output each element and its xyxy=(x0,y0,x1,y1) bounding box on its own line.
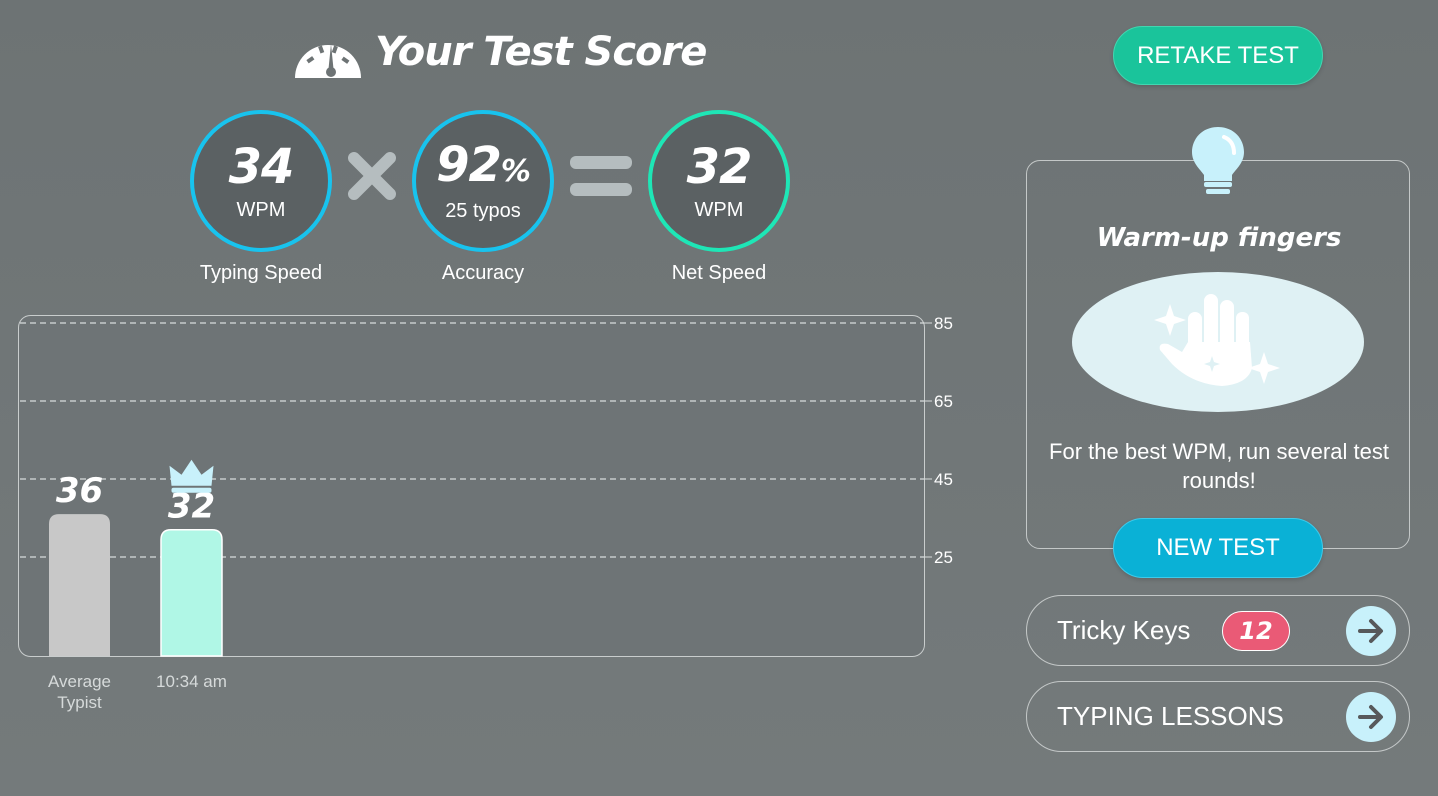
chart-bar xyxy=(160,528,223,657)
page-header: Your Test Score xyxy=(293,22,707,82)
bar-value-label: 36 xyxy=(56,471,103,511)
tricky-keys-button[interactable]: Tricky Keys 12 xyxy=(1026,595,1410,666)
net-speed-unit: WPM xyxy=(694,198,744,221)
arrow-right-icon[interactable] xyxy=(1346,691,1396,742)
bar-value-label: 32 xyxy=(168,487,215,527)
typing-speed-unit: WPM xyxy=(236,198,286,221)
chart-frame xyxy=(18,315,925,657)
y-tick-label: 45 xyxy=(934,470,953,489)
accuracy-label: Accuracy xyxy=(441,262,525,284)
tip-card: Warm-up fingers For the best WPM, run se… xyxy=(1026,160,1410,549)
typing-lessons-label: TYPING LESSONS xyxy=(1057,701,1284,731)
typing-lessons-button[interactable]: TYPING LESSONS xyxy=(1026,681,1410,752)
accuracy-value: 92% xyxy=(436,137,531,198)
y-tick-label: 25 xyxy=(934,548,953,567)
x-category-label: Average xyxy=(48,672,111,691)
accuracy-number: 92 xyxy=(436,137,502,193)
tricky-keys-count-badge: 12 xyxy=(1222,611,1290,651)
typing-speed-circle: 34 WPM xyxy=(190,110,332,252)
chart-bar xyxy=(49,514,110,656)
lightbulb-icon xyxy=(1192,127,1244,194)
x-category-label: Typist xyxy=(57,693,102,712)
typos-count: 25 typos xyxy=(445,200,521,222)
net-speed-label: Net Speed xyxy=(671,262,767,284)
sparkle-hand-icon xyxy=(1154,294,1280,386)
y-tick-label: 65 xyxy=(934,392,953,411)
multiply-icon xyxy=(348,152,396,200)
tip-text: For the best WPM, run several test round… xyxy=(1049,439,1389,493)
x-category-label: 10:34 am xyxy=(156,672,227,691)
crown-base xyxy=(171,487,212,493)
arrow-right-icon[interactable] xyxy=(1346,605,1396,656)
page-title: Your Test Score xyxy=(375,29,707,75)
retake-test-button[interactable]: RETAKE TEST xyxy=(1113,26,1323,85)
accuracy-percent-sign: % xyxy=(500,154,531,189)
new-test-button[interactable]: NEW TEST xyxy=(1113,518,1323,578)
accuracy-circle: 92% 25 typos xyxy=(412,110,554,252)
equals-icon xyxy=(570,156,632,196)
speedometer-icon xyxy=(295,44,361,78)
tricky-keys-label: Tricky Keys xyxy=(1057,615,1191,645)
tip-title: Warm-up fingers xyxy=(1096,223,1342,253)
net-speed-value: 32 xyxy=(686,138,753,195)
net-speed-circle: 32 WPM xyxy=(648,110,790,252)
y-tick-label: 85 xyxy=(934,315,953,333)
tip-illustration xyxy=(1072,272,1364,412)
wpm-chart: 25 45 65 85 36 Average Typist 32 10:34 am xyxy=(18,315,953,712)
typing-speed-label: Typing Speed xyxy=(199,262,323,284)
typing-speed-value: 34 xyxy=(228,138,295,195)
